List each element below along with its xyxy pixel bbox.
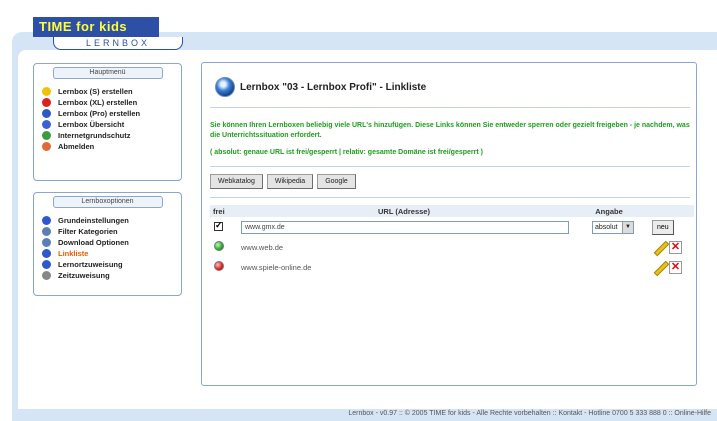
menu-item-label: Abmelden [58, 142, 95, 151]
filter-icon [42, 227, 51, 236]
globe-icon [215, 77, 235, 97]
main-menu-list: Lernbox (S) erstellen Lernbox (XL) erstel… [34, 79, 181, 156]
link-url: www.web.de [241, 242, 284, 252]
menu-item-label: Lernbox (Pro) erstellen [58, 109, 141, 118]
option-item-label: Grundeinstellungen [58, 216, 129, 225]
header-angabe: Angabe [576, 205, 642, 217]
option-item-5[interactable]: Zeitzuweisung [42, 270, 181, 281]
page-title: Lernbox "03 - Lernbox Profi" - Linkliste [240, 81, 427, 93]
menu-item-5[interactable]: Abmelden [42, 141, 181, 152]
menu-item-4[interactable]: Internetgrundschutz [42, 130, 181, 141]
wikipedia-button[interactable]: Wikipedia [266, 174, 314, 189]
logo-text: TIME for kids [39, 19, 128, 34]
main-menu-box: Hauptmenü Lernbox (S) erstellen Lernbox (… [33, 63, 182, 181]
legend-divider [210, 166, 690, 167]
delete-icon[interactable]: ✕ [669, 260, 682, 274]
add-link-button[interactable]: neu [652, 219, 674, 235]
menu-item-label: Internetgrundschutz [58, 131, 131, 140]
angabe-select[interactable]: absolut ▼ [592, 220, 634, 234]
webkatalog-button[interactable]: Webkatalog [210, 174, 263, 189]
title-row: Lernbox "03 - Lernbox Profi" - Linkliste [215, 77, 426, 97]
clock-icon [42, 271, 51, 280]
table-row: www.spiele-online.de ✕ [210, 257, 694, 277]
title-divider [210, 107, 690, 108]
menu-item-1[interactable]: Lernbox (XL) erstellen [42, 97, 181, 108]
link-table: frei URL (Adresse) Angabe www.gmx.de abs… [210, 205, 694, 277]
options-box: Lernboxoptionen Grundeinstellungen Filter… [33, 192, 182, 296]
edit-icon[interactable] [654, 241, 667, 254]
overview-icon [42, 120, 51, 129]
red-box-icon [42, 98, 51, 107]
option-item-label: Filter Kategorien [58, 227, 118, 236]
lernbox-sub-logo: LERNBOX [53, 37, 183, 50]
logout-icon [42, 142, 51, 151]
buttons-divider [210, 197, 690, 198]
option-item-0[interactable]: Grundeinstellungen [42, 215, 181, 226]
location-icon [42, 260, 51, 269]
blue-box-icon [42, 109, 51, 118]
table-header-row: frei URL (Adresse) Angabe [210, 205, 694, 217]
yellow-box-icon [42, 87, 51, 96]
menu-item-3[interactable]: Lernbox Übersicht [42, 119, 181, 130]
header-url: URL (Adresse) [232, 205, 576, 217]
menu-item-2[interactable]: Lernbox (Pro) erstellen [42, 108, 181, 119]
legend-text: ( absolut: genaue URL ist frei/gesperrt … [210, 149, 483, 156]
header-frei: frei [210, 205, 232, 217]
menu-item-label: Lernbox (S) erstellen [58, 87, 133, 96]
option-item-4[interactable]: Lernortzuweisung [42, 259, 181, 270]
option-item-label: Linkliste [58, 249, 89, 258]
intro-text: Sie können Ihren Lernboxen beliebig viel… [210, 122, 690, 139]
options-title: Lernboxoptionen [52, 196, 163, 208]
settings-icon [42, 216, 51, 225]
link-url: www.spiele-online.de [241, 262, 312, 272]
option-item-1[interactable]: Filter Kategorien [42, 226, 181, 237]
option-item-label: Zeitzuweisung [58, 271, 110, 280]
options-list: Grundeinstellungen Filter Kategorien Downl… [34, 208, 181, 285]
menu-item-0[interactable]: Lernbox (S) erstellen [42, 86, 181, 97]
menu-item-label: Lernbox (XL) erstellen [58, 98, 138, 107]
globe-icon [42, 249, 51, 258]
option-item-2[interactable]: Download Optionen [42, 237, 181, 248]
status-free-icon[interactable] [214, 241, 224, 251]
download-icon [42, 238, 51, 247]
option-item-label: Lernortzuweisung [58, 260, 123, 269]
option-item-3[interactable]: Linkliste [42, 248, 181, 259]
new-link-row: www.gmx.de absolut ▼ neu [210, 217, 694, 237]
footer: Lernbox - v0.97 :: © 2005 TIME for kids … [12, 409, 717, 421]
delete-icon[interactable]: ✕ [669, 240, 682, 254]
info-icon [42, 131, 51, 140]
edit-icon[interactable] [654, 261, 667, 274]
menu-item-label: Lernbox Übersicht [58, 120, 125, 129]
url-input[interactable]: www.gmx.de [241, 220, 569, 234]
dropdown-arrow-icon: ▼ [622, 221, 633, 233]
frei-checkbox[interactable] [214, 220, 223, 231]
main-panel: Lernbox "03 - Lernbox Profi" - Linkliste… [201, 62, 697, 386]
option-item-label: Download Optionen [58, 238, 129, 247]
footer-text: Lernbox - v0.97 :: © 2005 TIME for kids … [348, 410, 711, 417]
catalog-buttons: Webkatalog Wikipedia Google [210, 174, 356, 189]
main-menu-title: Hauptmenü [52, 67, 163, 79]
header-actions [642, 205, 694, 217]
time-for-kids-logo[interactable]: TIME for kids [33, 17, 159, 37]
google-button[interactable]: Google [317, 174, 356, 189]
status-blocked-icon[interactable] [214, 261, 224, 271]
table-row: www.web.de ✕ [210, 237, 694, 257]
angabe-value: absolut [595, 223, 618, 231]
